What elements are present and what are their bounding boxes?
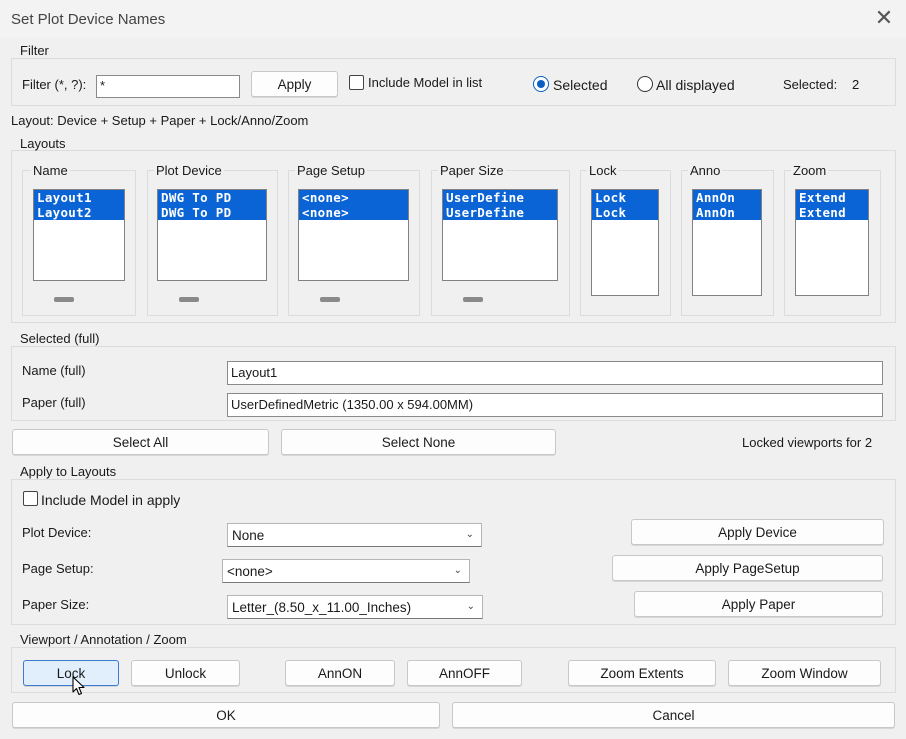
paper-full-field[interactable]: UserDefinedMetric (1350.00 x 594.00MM) xyxy=(227,393,883,417)
name-full-label: Name (full) xyxy=(22,363,86,378)
layout-caption: Layout: Device + Setup + Paper + Lock/An… xyxy=(11,113,309,128)
radio-selected[interactable] xyxy=(533,76,549,92)
list-item[interactable]: Lock xyxy=(592,190,658,205)
include-model-apply-label: Include Model in apply xyxy=(41,492,181,508)
paper-size-label: Paper Size: xyxy=(22,597,90,612)
unlock-button[interactable]: Unlock xyxy=(131,660,240,686)
zoom-listbox[interactable]: Extend Extend xyxy=(795,189,869,296)
list-item[interactable]: Layout1 xyxy=(34,190,124,205)
zoom-column-header: Zoom xyxy=(791,163,829,178)
plot-device-label: Plot Device: xyxy=(22,525,92,540)
chevron-down-icon: ⌄ xyxy=(465,529,474,540)
plot-device-listbox[interactable]: DWG To PD DWG To PD xyxy=(157,189,267,281)
anno-column-header: Anno xyxy=(688,163,723,178)
radio-all-displayed[interactable] xyxy=(637,76,653,92)
list-item[interactable]: Extend xyxy=(796,190,868,205)
annoff-button[interactable]: AnnOFF xyxy=(407,660,522,686)
name-listbox[interactable]: Layout1 Layout2 xyxy=(33,189,125,281)
paper-size-select[interactable]: Letter_(8.50_x_11.00_Inches) ⌄ xyxy=(227,595,483,619)
apply-device-button[interactable]: Apply Device xyxy=(631,519,884,545)
list-item[interactable]: AnnOn xyxy=(693,190,761,205)
plot-device-column-header: Plot Device xyxy=(154,163,224,178)
selected-full-group-label: Selected (full) xyxy=(20,331,100,346)
paper-size-column-header: Paper Size xyxy=(438,163,506,178)
viewport-group-label: Viewport / Annotation / Zoom xyxy=(20,632,187,647)
filter-label: Filter (*, ?): xyxy=(22,77,87,92)
zoom-window-button[interactable]: Zoom Window xyxy=(728,660,881,686)
page-setup-label: Page Setup: xyxy=(22,561,94,576)
mouse-pointer-icon xyxy=(72,676,86,699)
apply-pagesetup-button[interactable]: Apply PageSetup xyxy=(612,555,883,581)
radio-selected-label: Selected xyxy=(553,77,608,93)
include-model-apply-checkbox[interactable] xyxy=(23,491,38,506)
ok-button[interactable]: OK xyxy=(12,702,440,728)
plot-device-scrollbar[interactable] xyxy=(179,297,199,302)
page-setup-column-header: Page Setup xyxy=(295,163,367,178)
name-column-header: Name xyxy=(31,163,70,178)
list-item[interactable]: UserDefine xyxy=(443,205,557,220)
cancel-button[interactable]: Cancel xyxy=(452,702,895,728)
select-none-button[interactable]: Select None xyxy=(281,429,556,455)
list-item[interactable]: Lock xyxy=(592,205,658,220)
list-item[interactable]: <none> xyxy=(299,190,408,205)
paper-size-scrollbar[interactable] xyxy=(463,297,483,302)
apply-paper-button[interactable]: Apply Paper xyxy=(634,591,883,617)
zoom-extents-button[interactable]: Zoom Extents xyxy=(568,660,716,686)
page-setup-select[interactable]: <none> ⌄ xyxy=(222,559,470,583)
list-item[interactable]: DWG To PD xyxy=(158,205,266,220)
window-title: Set Plot Device Names xyxy=(11,11,166,28)
page-setup-select-value: <none> xyxy=(227,564,273,579)
anno-listbox[interactable]: AnnOn AnnOn xyxy=(692,189,762,296)
layouts-group-label: Layouts xyxy=(20,136,66,151)
list-item[interactable]: Layout2 xyxy=(34,205,124,220)
filter-input[interactable]: * xyxy=(96,75,240,98)
filter-apply-button[interactable]: Apply xyxy=(251,71,338,97)
lock-column-header: Lock xyxy=(587,163,619,178)
page-setup-listbox[interactable]: <none> <none> xyxy=(298,189,409,281)
paper-full-label: Paper (full) xyxy=(22,395,86,410)
list-item[interactable]: UserDefine xyxy=(443,190,557,205)
paper-size-select-value: Letter_(8.50_x_11.00_Inches) xyxy=(232,600,412,615)
chevron-down-icon: ⌄ xyxy=(466,601,475,612)
lock-button[interactable]: Lock xyxy=(23,660,119,686)
radio-all-displayed-label: All displayed xyxy=(656,77,735,93)
name-full-field[interactable]: Layout1 xyxy=(227,361,883,385)
include-model-list-checkbox[interactable] xyxy=(349,75,364,90)
plot-device-select[interactable]: None ⌄ xyxy=(227,523,482,547)
name-scrollbar[interactable] xyxy=(54,297,74,302)
chevron-down-icon: ⌄ xyxy=(453,565,462,576)
status-text: Locked viewports for 2 xyxy=(742,435,873,450)
lock-listbox[interactable]: Lock Lock xyxy=(591,189,659,296)
select-all-button[interactable]: Select All xyxy=(12,429,269,455)
apply-to-layouts-group-label: Apply to Layouts xyxy=(20,464,117,479)
close-icon[interactable]: ✕ xyxy=(872,7,896,30)
filter-group-label: Filter xyxy=(20,43,49,58)
plot-device-select-value: None xyxy=(232,528,265,543)
list-item[interactable]: Extend xyxy=(796,205,868,220)
selected-count-value: 2 xyxy=(852,77,860,92)
list-item[interactable]: DWG To PD xyxy=(158,190,266,205)
page-setup-scrollbar[interactable] xyxy=(320,297,340,302)
list-item[interactable]: <none> xyxy=(299,205,408,220)
annon-button[interactable]: AnnON xyxy=(285,660,395,686)
include-model-list-label: Include Model in list xyxy=(368,75,483,90)
paper-size-listbox[interactable]: UserDefine UserDefine xyxy=(442,189,558,281)
selected-count-label: Selected: xyxy=(783,77,838,92)
list-item[interactable]: AnnOn xyxy=(693,205,761,220)
